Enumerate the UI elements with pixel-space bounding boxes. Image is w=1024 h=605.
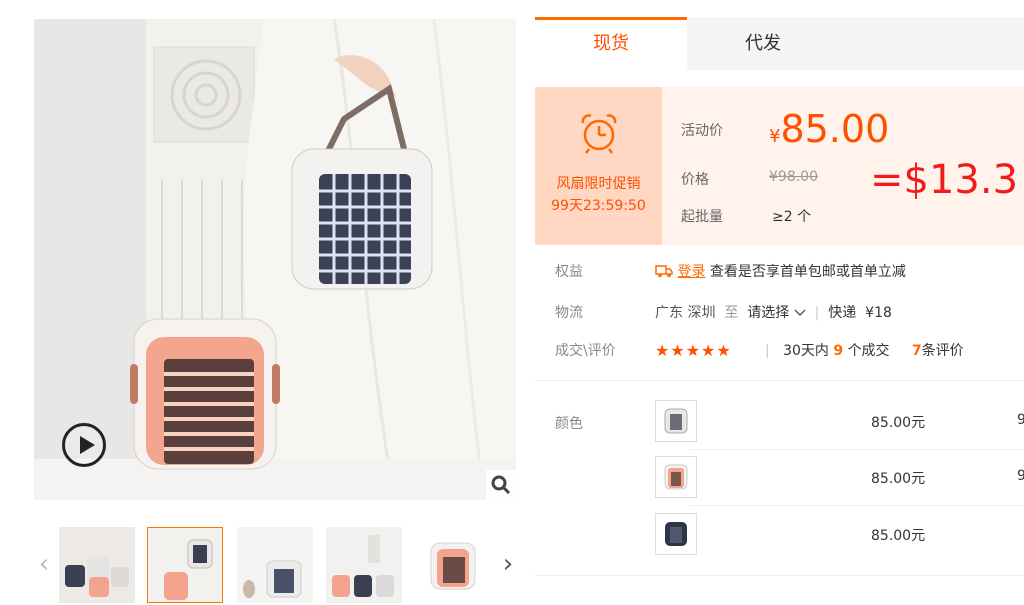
rights-text: 查看是否享首单包邮或首单立减	[709, 264, 906, 280]
activity-price-label: 活动价	[681, 123, 723, 139]
thumbnail-strip: ‹ ›	[34, 524, 520, 604]
destination-select-label: 请选择	[747, 305, 790, 321]
tab-dropship[interactable]: 代发	[687, 17, 839, 70]
prev-thumb-arrow-icon[interactable]: ‹	[34, 550, 54, 578]
destination-select[interactable]: 请选择	[747, 305, 806, 321]
section-divider	[535, 575, 1024, 576]
thumbnail[interactable]	[326, 527, 402, 603]
promo-title: 风扇限时促销	[556, 176, 641, 192]
stock-type-tabs: 现货 代发	[535, 17, 1024, 70]
original-price: ¥98.00	[769, 169, 818, 185]
usd-price-annotation: =$13.3	[870, 157, 1019, 203]
moq-value: ≥2 个	[772, 209, 812, 225]
option-price: 85.00元	[871, 528, 926, 544]
color-option-row[interactable]: 85.00元 9	[535, 456, 1024, 512]
deals-label: 成交\评价	[555, 343, 616, 359]
section-divider	[535, 380, 1024, 381]
price-label: 价格	[681, 172, 709, 188]
to-label: 至	[724, 305, 739, 321]
review-count-suffix: 条评价	[921, 343, 964, 359]
delivery-truck-icon	[655, 265, 673, 278]
logistics-row: 广东 深圳 至 请选择 | 快递 ¥18	[655, 302, 892, 322]
origin-location: 广东 深圳	[655, 305, 716, 321]
color-swatch-gray[interactable]	[655, 400, 697, 442]
logistics-label: 物流	[555, 305, 583, 321]
deals-prefix: 30天内	[783, 343, 829, 359]
rating-stars-icon: ★★★★★	[655, 341, 732, 360]
thumbnail-active[interactable]	[147, 527, 223, 603]
color-swatch-navy[interactable]	[655, 513, 697, 555]
color-option-row[interactable]: 85.00元	[535, 513, 1024, 569]
option-stock: 9	[1017, 468, 1024, 484]
promo-countdown: 99天23:59:50	[551, 198, 646, 214]
option-price: 85.00元	[871, 471, 926, 487]
chevron-down-icon	[794, 309, 806, 317]
color-swatch-pink[interactable]	[655, 456, 697, 498]
play-video-button[interactable]	[62, 423, 106, 467]
zoom-button[interactable]	[486, 470, 516, 500]
color-option-row[interactable]: 85.00元 9	[535, 400, 1024, 456]
moq-label: 起批量	[681, 209, 723, 225]
tab-in-stock[interactable]: 现货	[535, 17, 687, 70]
thumbnail[interactable]	[237, 527, 313, 603]
row-divider	[690, 505, 1024, 506]
magnifier-icon	[491, 475, 511, 495]
deal-count-suffix: 个成交	[847, 343, 890, 359]
row-divider	[690, 449, 1024, 450]
currency-symbol: ¥	[769, 126, 781, 147]
divider-bar: |	[765, 343, 770, 359]
deals-row: | 30天内 9 个成交 7条评价	[765, 340, 964, 360]
alarm-clock-icon	[581, 114, 617, 154]
thumbnail[interactable]	[59, 527, 135, 603]
promotion-panel: 风扇限时促销 99天23:59:50 活动价 ¥85.00 价格 ¥98.00 …	[535, 87, 1024, 245]
option-stock: 9	[1017, 412, 1024, 428]
shipping-method: 快递	[828, 305, 857, 321]
review-count[interactable]: 7	[912, 343, 922, 359]
rights-row: 登录 查看是否享首单包邮或首单立减	[655, 261, 906, 281]
main-product-image[interactable]	[34, 19, 516, 500]
rights-label: 权益	[555, 264, 583, 280]
next-thumb-arrow-icon[interactable]: ›	[498, 550, 518, 578]
activity-price: ¥85.00	[769, 107, 889, 151]
login-link[interactable]: 登录	[677, 264, 705, 280]
option-price: 85.00元	[871, 415, 926, 431]
activity-price-value: 85.00	[780, 107, 890, 151]
flash-sale-box: 风扇限时促销 99天23:59:50	[535, 87, 662, 245]
thumbnail[interactable]	[415, 527, 491, 603]
deal-count[interactable]: 9	[833, 343, 843, 359]
divider-bar: |	[814, 305, 820, 321]
shipping-fee: ¥18	[865, 305, 892, 321]
